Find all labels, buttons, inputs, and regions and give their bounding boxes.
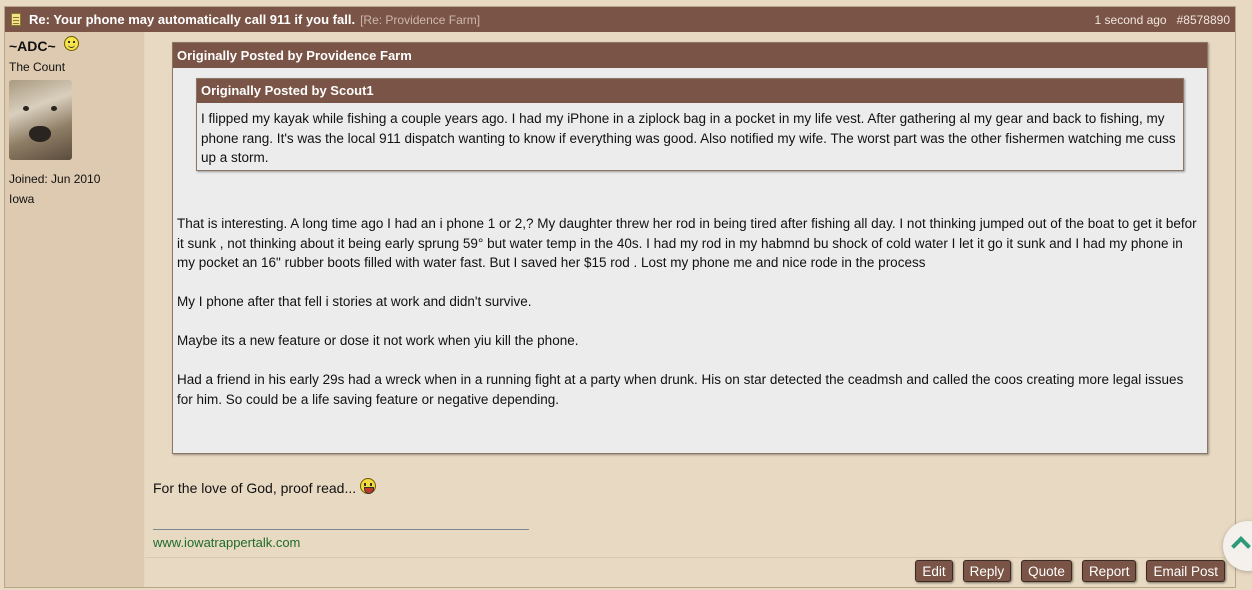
post-actions: Edit Reply Quote Report Email Post [915,560,1225,582]
report-button[interactable]: Report [1081,560,1137,582]
inner-quote: Originally Posted by Scout1 I flipped my… [196,78,1184,171]
avatar[interactable] [9,80,72,160]
post-number-link[interactable]: #8578890 [1177,13,1230,27]
edit-button[interactable]: Edit [915,560,953,582]
outer-quote-body: That is interesting. A long time ago I h… [177,214,1201,429]
smile-icon [63,35,79,51]
avatar-eye-right [51,106,57,111]
username[interactable]: ~ADC~ [9,38,56,54]
signature-link[interactable]: www.iowatrappertalk.com [153,535,300,550]
author-sidebar: ~ADC~ The Count Joined: Jun 2010 Iowa [5,32,144,587]
quote-button[interactable]: Quote [1021,560,1072,582]
outer-quote-paragraph: Maybe its a new feature or dose it not w… [177,333,579,348]
reply-text-line: For the love of God, proof read... [153,478,377,496]
post-content: Originally Posted by Providence Farm Ori… [145,32,1235,587]
reply-text: For the love of God, proof read... [153,480,357,496]
email-post-button[interactable]: Email Post [1146,560,1225,582]
user-title: The Count [9,60,66,74]
post-header: Re: Your phone may automatically call 91… [5,7,1235,32]
post-time: 1 second ago [1094,12,1167,27]
chevron-up-icon [1231,536,1251,556]
join-date: Joined: Jun 2010 [9,172,101,186]
user-location: Iowa [9,192,35,206]
footer-divider [145,557,1235,558]
username-row: ~ADC~ [9,35,140,54]
outer-quote-paragraph: My I phone after that fell i stories at … [177,294,532,309]
forum-post: Re: Your phone may automatically call 91… [4,6,1236,588]
outer-quote-paragraph: That is interesting. A long time ago I h… [177,216,1197,270]
inner-quote-header: Originally Posted by Scout1 [197,79,1183,103]
forum-tag[interactable]: [Re: Providence Farm] [360,13,480,27]
signature-divider [153,529,529,530]
inner-quote-body: I flipped my kayak while fishing a coupl… [201,111,1176,165]
post-subject[interactable]: Re: Your phone may automatically call 91… [29,12,355,27]
outer-quote-header: Originally Posted by Providence Farm [173,43,1207,68]
outer-quote-paragraph: Had a friend in his early 29s had a wrec… [177,372,1184,407]
laugh-icon [360,478,377,494]
note-icon [11,13,21,26]
outer-quote: Originally Posted by Providence Farm Ori… [172,42,1208,454]
reply-button[interactable]: Reply [962,560,1012,582]
avatar-eye-left [23,106,29,111]
avatar-nose [29,126,51,142]
